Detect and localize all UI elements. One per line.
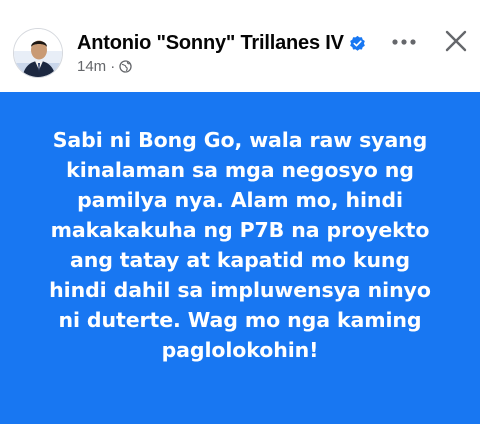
verified-badge-icon — [349, 35, 366, 52]
author-avatar[interactable] — [13, 28, 63, 78]
post-meta: 14m · — [77, 58, 132, 75]
meta-separator: · — [110, 58, 116, 75]
more-options-button[interactable] — [386, 30, 422, 54]
post-header: Antonio "Sonny" Trillanes IV 14m · — [0, 0, 480, 92]
globe-icon[interactable] — [119, 60, 132, 73]
close-post-button[interactable] — [440, 25, 472, 57]
close-icon — [445, 30, 467, 52]
post-text-line: hindi dahil sa impluwensya ninyo — [49, 278, 431, 302]
author-row: Antonio "Sonny" Trillanes IV — [77, 32, 366, 55]
post-text: Sabi ni Bong Go, wala raw syang kinalama… — [10, 125, 470, 365]
author-name[interactable]: Antonio "Sonny" Trillanes IV — [77, 32, 344, 55]
post-text-line: ang tatay at kapatid mo kung — [69, 248, 411, 272]
avatar-image — [14, 29, 62, 77]
post-text-line: Sabi ni Bong Go, wala raw syang — [52, 128, 428, 152]
post-timestamp[interactable]: 14m — [77, 58, 106, 75]
post-text-line: ni duterte. Wag mo nga kaming — [58, 308, 422, 332]
post-text-line: kinalaman sa mga negosyo ng — [66, 158, 414, 182]
facebook-post: Antonio "Sonny" Trillanes IV 14m · Sabi … — [0, 0, 480, 424]
post-text-line: pamilya nya. Alam mo, hindi — [77, 188, 403, 212]
post-text-line: paglolokohin! — [161, 338, 319, 362]
more-options-icon — [392, 39, 416, 45]
post-text-card[interactable]: Sabi ni Bong Go, wala raw syang kinalama… — [0, 92, 480, 424]
post-text-line: makakakuha ng P7B na proyekto — [50, 218, 430, 242]
